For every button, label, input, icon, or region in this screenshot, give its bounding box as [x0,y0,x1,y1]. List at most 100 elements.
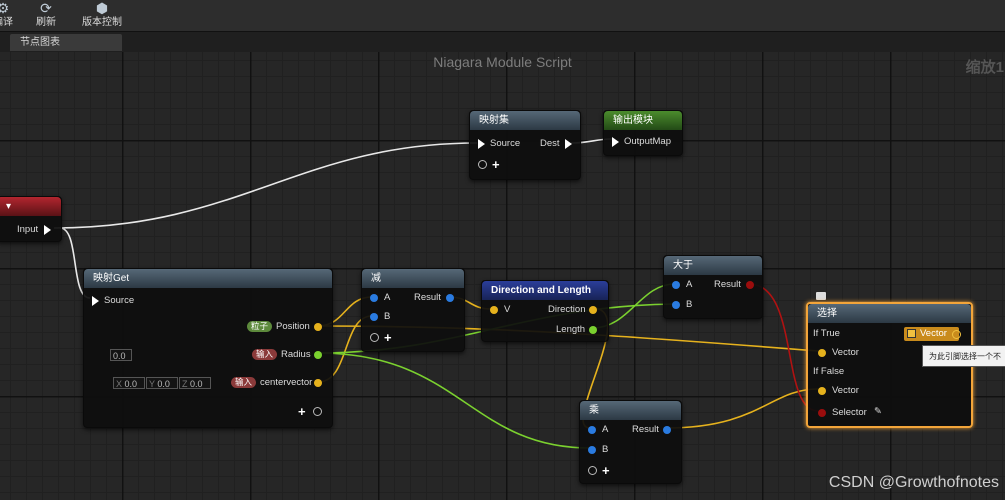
map-set-header: 映射集 [470,111,580,130]
multiply-header: 乘 [580,401,681,420]
add-pin-icon[interactable] [370,333,379,342]
subtract-b-label: B [384,311,391,322]
position-namespace-tag: 粒子 [247,321,273,332]
compile-button[interactable]: ⚙ 编译 [0,0,20,31]
map-get-header: 映射Get [84,269,332,288]
center-y-field[interactable]: Y 0.0 [146,377,178,389]
subtract-a-label: A [384,292,391,303]
map-set-dest-pin[interactable] [565,139,572,149]
select-if-true-label: If True [813,328,840,339]
multiply-result-label: Result [632,424,659,435]
greater-b-label: B [686,299,693,310]
greater-result-pin[interactable] [746,281,754,289]
select-true-vector-pin[interactable] [818,349,826,357]
subtract-node[interactable]: 减 A Result B + [361,268,465,352]
source-control-icon: ⬢ [95,0,109,16]
tab-bar: 节点图表 [0,32,1005,52]
multiply-node[interactable]: 乘 A Result B + [579,400,682,484]
subtract-result-label: Result [414,292,441,303]
map-get-node[interactable]: 映射Get Source 粒子 Position 0.0 输入 Radius X… [83,268,333,428]
map-set-source-label: Source [490,138,521,149]
select-true-vector-label: Vector [832,347,859,358]
multiply-b-label: B [602,444,609,455]
greater-a-label: A [686,279,693,290]
output-module-header: 输出模块 [604,111,682,130]
select-output-pin[interactable] [952,330,961,339]
pencil-icon[interactable]: ✎ [874,406,882,418]
map-get-source-pin[interactable] [92,296,99,306]
multiply-a-pin[interactable] [588,426,596,434]
toolbar: ⚙ 编译 ⟳ 刷新 ⬢ 版本控制 [0,0,1005,32]
select-output-label: Vector [920,328,947,339]
dirlen-length-pin[interactable] [589,326,597,334]
greater-header: 大于 [664,256,762,275]
select-selector-label: Selector [832,407,867,418]
select-false-vector-label: Vector [832,385,859,396]
select-header: 选择 [808,304,971,323]
multiply-b-pin[interactable] [588,446,596,454]
greater-a-pin[interactable] [672,281,680,289]
subtract-result-pin[interactable] [446,294,454,302]
greater-result-label: Result [714,279,741,290]
map-set-node[interactable]: 映射集 Source Dest + [469,110,581,180]
center-namespace-tag: 输入 [231,377,257,388]
output-map-pin[interactable] [612,137,619,147]
position-pin[interactable] [314,323,322,331]
dirlen-direction-pin[interactable] [589,306,597,314]
output-map-label: OutputMap [624,136,671,147]
dirlen-v-pin[interactable] [490,306,498,314]
center-z-field[interactable]: Z 0.0 [179,377,211,389]
multiply-a-label: A [602,424,609,435]
wire-radius-mul-b [317,352,591,449]
radius-label: Radius [281,349,311,360]
radius-value-field[interactable]: 0.0 [110,349,132,361]
input-exec-pin[interactable] [44,225,51,235]
watermark: CSDN @Growthofnotes [828,474,999,491]
input-node[interactable]: ▾ Input [0,196,62,242]
plus-icon[interactable]: + [602,464,610,477]
refresh-icon: ⟳ [40,0,52,16]
plus-icon[interactable]: + [492,158,500,171]
greater-node[interactable]: 大于 A Result B [663,255,763,319]
output-module-node[interactable]: 输出模块 OutputMap [603,110,683,156]
plus-icon[interactable]: + [298,405,306,418]
center-pin[interactable] [314,379,322,387]
dirlen-length-label: Length [556,324,586,335]
subtract-b-pin[interactable] [370,313,378,321]
input-node-header: ▾ [0,197,61,216]
source-control-button[interactable]: ⬢ 版本控制 [78,0,126,31]
wire-mul-select-false [665,388,819,429]
multiply-result-pin[interactable] [663,426,671,434]
position-label: Position [276,321,310,332]
add-pin-icon[interactable] [478,160,487,169]
select-selector-pin[interactable] [818,409,826,417]
subtract-header: 减 [362,269,464,288]
dirlen-v-label: V [504,304,511,315]
refresh-button[interactable]: ⟳ 刷新 [30,0,62,31]
map-set-source-pin[interactable] [478,139,485,149]
tab-node-graph[interactable]: 节点图表 [10,34,122,51]
graph-canvas[interactable]: Niagara Module Script 缩放1: ▾ Input 映射集 S… [0,52,1005,500]
dirlen-direction-label: Direction [548,304,586,315]
edit-pin-icon [907,329,916,338]
select-if-false-label: If False [813,366,845,377]
add-pin-icon[interactable] [313,407,322,416]
gear-icon: ⚙ [0,0,10,16]
input-pin-label: Input [17,224,39,235]
center-x-field[interactable]: X 0.0 [113,377,145,389]
select-false-vector-pin[interactable] [818,387,826,395]
map-get-source-label: Source [104,295,135,306]
direction-length-header: Direction and Length [482,281,608,300]
map-set-dest-label: Dest [540,138,560,149]
wire-input-mapset [53,142,478,229]
direction-length-node[interactable]: Direction and Length V Direction Length [481,280,609,342]
subtract-a-pin[interactable] [370,294,378,302]
radius-namespace-tag: 输入 [252,349,278,360]
add-pin-icon[interactable] [588,466,597,475]
pin-tooltip: 为此引脚选择一个不 [922,345,1005,367]
center-label: centervector [260,377,313,388]
comment-icon[interactable] [816,292,826,300]
radius-pin[interactable] [314,351,322,359]
plus-icon[interactable]: + [384,331,392,344]
greater-b-pin[interactable] [672,301,680,309]
